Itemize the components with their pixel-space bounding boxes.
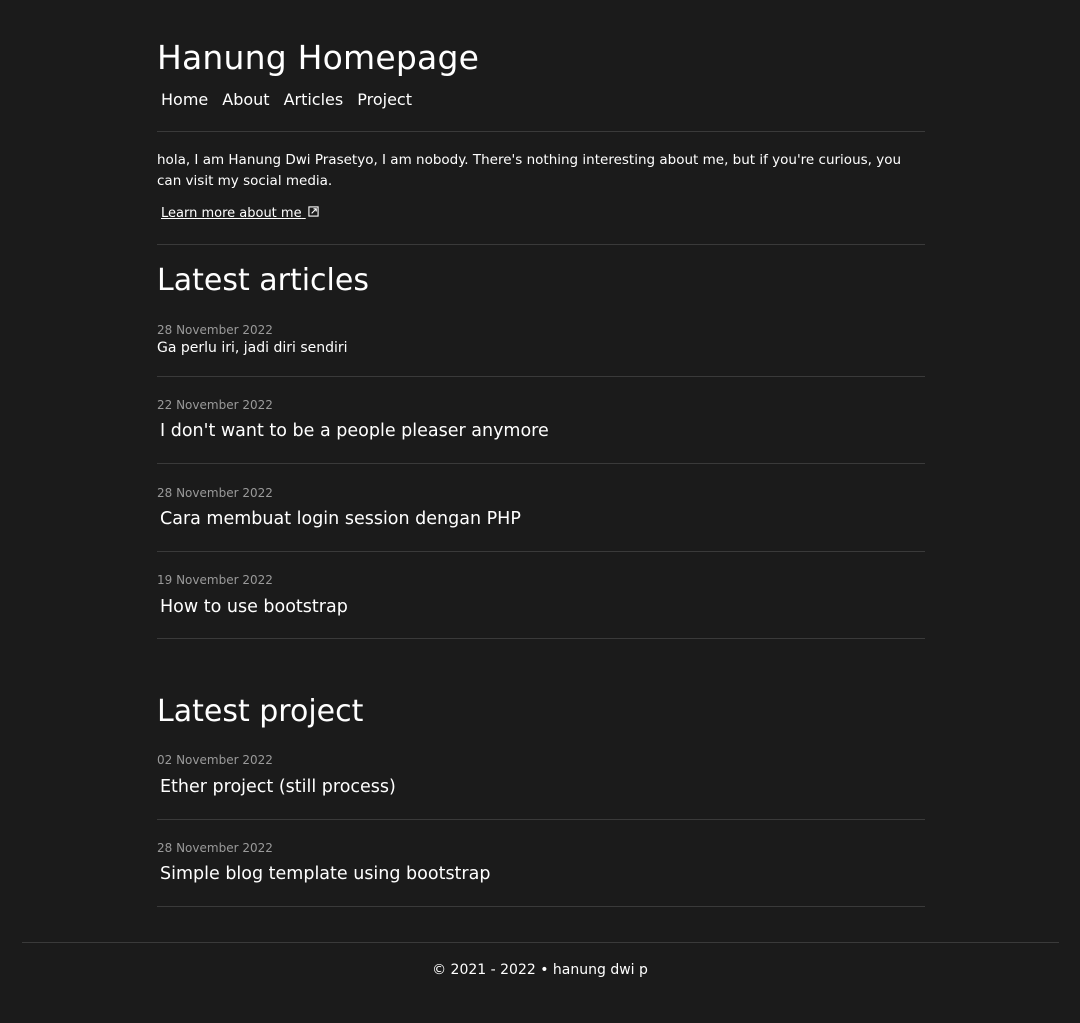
latest-project-heading: Latest project [157,694,364,729]
article-title-link[interactable]: How to use bootstrap [160,597,348,617]
divider [157,244,925,245]
article-title-link[interactable]: Cara membuat login session dengan PHP [160,509,521,529]
divider [157,551,925,552]
divider [157,463,925,464]
project-date: 28 November 2022 [157,841,273,855]
article-title-link[interactable]: I don't want to be a people pleaser anym… [160,421,549,441]
site-title: Hanung Homepage [157,38,480,77]
article-title-link[interactable]: Ga perlu iri, jadi diri sendiri [157,340,348,356]
learn-more-label: Learn more about me [161,206,302,221]
divider [157,376,925,377]
external-link-icon [308,206,319,220]
divider [157,819,925,820]
footer-divider [22,942,1059,943]
article-date: 28 November 2022 [157,323,273,337]
nav-articles-link[interactable]: Articles [284,90,344,109]
nav-project-link[interactable]: Project [357,90,412,109]
project-title-link[interactable]: Simple blog template using bootstrap [160,864,490,884]
project-date: 02 November 2022 [157,753,273,767]
intro-text: hola, I am Hanung Dwi Prasetyo, I am nob… [157,152,902,189]
article-date: 28 November 2022 [157,486,273,500]
main-nav: Home About Articles Project [161,90,412,109]
divider [157,131,925,132]
divider [157,638,925,639]
article-date: 22 November 2022 [157,398,273,412]
nav-about-link[interactable]: About [222,90,269,109]
project-title-link[interactable]: Ether project (still process) [160,777,396,797]
divider [157,906,925,907]
learn-more-link[interactable]: Learn more about me [161,206,319,221]
article-date: 19 November 2022 [157,573,273,587]
latest-articles-heading: Latest articles [157,263,369,298]
footer-copyright: © 2021 - 2022 • hanung dwi p [432,962,648,978]
nav-home-link[interactable]: Home [161,90,208,109]
